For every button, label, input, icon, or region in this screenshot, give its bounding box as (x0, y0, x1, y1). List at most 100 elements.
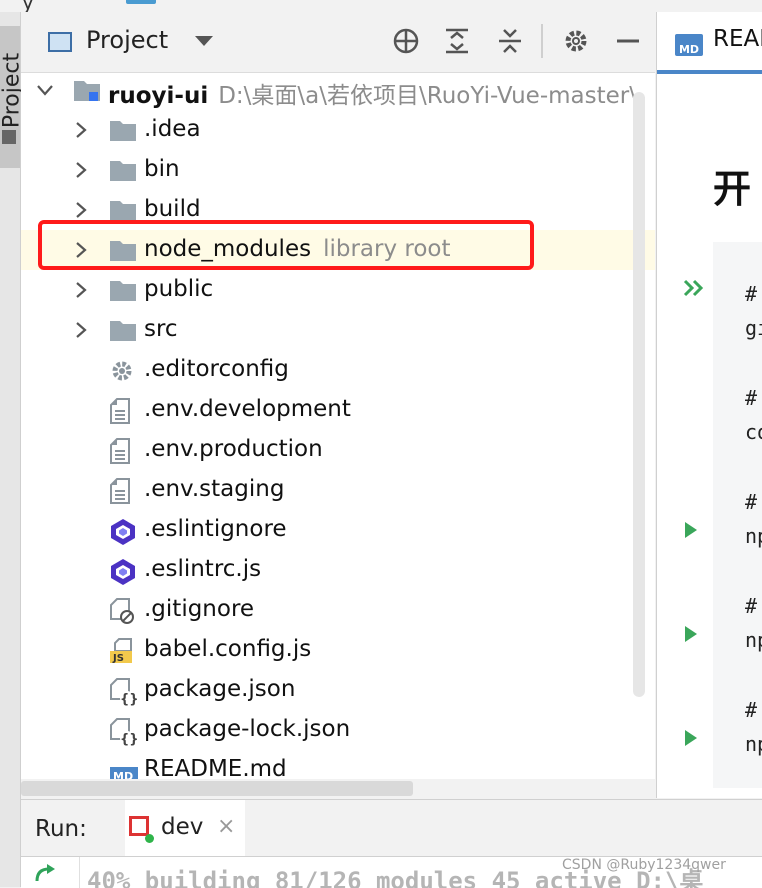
watermark: CSDN @Ruby1234qwer (562, 857, 726, 873)
md-file-icon (126, 0, 156, 4)
horizontal-scrollbar[interactable] (21, 781, 413, 796)
tree-item-label: src (144, 316, 178, 342)
tree-item[interactable]: bin (21, 150, 655, 190)
editor-tab-label: READ (713, 26, 762, 52)
js-file-icon: JS (109, 638, 137, 664)
tree-item-label: build (144, 196, 201, 222)
project-panel-title[interactable]: Project (86, 26, 168, 54)
tree-item[interactable]: .eslintrc.js (21, 550, 655, 590)
svg-text:{}: {} (120, 732, 137, 746)
minimize-icon[interactable] (613, 26, 643, 56)
svg-text:{}: {} (120, 692, 137, 706)
tree-item[interactable]: .gitignore (21, 590, 655, 630)
tree-item[interactable]: .env.production (21, 430, 655, 470)
tree-item[interactable]: {} package-lock.json (21, 710, 655, 750)
header-divider (541, 24, 543, 58)
vertical-scrollbar[interactable] (633, 92, 645, 697)
tree-item-label: .eslintignore (144, 516, 287, 542)
tree-item[interactable]: .editorconfig (21, 350, 655, 390)
run-line-icon[interactable] (683, 520, 699, 545)
json-file-icon: {} (109, 678, 139, 707)
module-folder-icon (73, 78, 101, 104)
left-tool-stripe: Project (0, 12, 25, 887)
tree-item-label: bin (144, 156, 180, 182)
gear-icon[interactable] (561, 26, 591, 56)
tree-item-label: .gitignore (144, 596, 255, 622)
text-file-icon (109, 438, 137, 464)
tree-item-label: .env.production (144, 436, 323, 462)
project-panel: Project ruoyi-ui D:\桌面\a\若依项目\RuoYi-Vue-m… (21, 12, 655, 798)
tree-item-label: babel.config.js (144, 636, 312, 662)
tree-item-label: .editorconfig (144, 356, 289, 382)
tree-item-label: .env.development (144, 396, 351, 422)
editor-tab-readme[interactable]: MD READ (657, 12, 762, 74)
chevron-right-icon[interactable] (71, 278, 91, 302)
tree-item[interactable]: .idea (21, 110, 655, 150)
code-line: gi (745, 316, 762, 340)
tree-item[interactable]: src (21, 310, 655, 350)
tree-item-label: public (144, 276, 214, 302)
chevron-right-icon[interactable] (71, 118, 91, 142)
project-panel-header: Project (21, 12, 655, 73)
locate-file-icon[interactable] (391, 26, 421, 56)
run-tab-label: dev (161, 814, 204, 840)
eslint-icon (109, 558, 137, 585)
gitignore-icon (109, 598, 137, 624)
tree-item-label: .idea (144, 116, 201, 142)
run-line-icon[interactable] (683, 728, 699, 753)
rerun-icon[interactable] (33, 863, 57, 888)
code-line: # (745, 698, 758, 722)
folder-icon (109, 158, 137, 184)
folder-icon (109, 278, 137, 304)
code-line: np (745, 524, 762, 548)
chevron-right-icon[interactable] (71, 198, 91, 222)
view-dropdown-icon[interactable] (195, 36, 213, 46)
folder-icon (109, 118, 137, 144)
json-file-icon: {} (109, 718, 139, 747)
code-line: # (745, 386, 758, 410)
breadcrumb-fragment: y (22, 0, 34, 12)
run-all-icon[interactable] (683, 278, 705, 303)
top-breadcrumb-strip: y (0, 0, 762, 12)
run-tab-dev[interactable]: dev × (125, 800, 245, 859)
tree-item[interactable]: .eslintignore (21, 510, 655, 550)
tree-item-label: .eslintrc.js (144, 556, 262, 582)
editor-panel: MD READ 开 # gi # co # np # np # np (656, 12, 762, 798)
eslint-icon (109, 518, 137, 545)
chevron-right-icon[interactable] (71, 158, 91, 182)
console-divider (79, 857, 80, 888)
chevron-down-icon[interactable] (35, 78, 55, 102)
close-icon[interactable]: × (217, 814, 235, 839)
run-line-icon[interactable] (683, 624, 699, 649)
tree-item[interactable]: public (21, 270, 655, 310)
tree-root-row[interactable]: ruoyi-ui D:\桌面\a\若依项目\RuoYi-Vue-master\ (21, 70, 655, 110)
annotation-highlight-box (38, 220, 534, 270)
tree-item-label: package-lock.json (144, 716, 351, 742)
root-project-name: ruoyi-ui (108, 83, 209, 109)
run-tool-window-bar: Run: dev × (21, 799, 762, 859)
tree-item[interactable]: .env.development (21, 390, 655, 430)
collapse-all-icon[interactable] (495, 26, 525, 56)
text-file-icon (109, 478, 137, 504)
code-line: # (745, 282, 758, 306)
running-status-dot (145, 834, 154, 843)
root-project-path: D:\桌面\a\若依项目\RuoYi-Vue-master\ (218, 83, 637, 109)
tree-item[interactable]: {} package.json (21, 670, 655, 710)
project-tool-window-tab[interactable]: Project (0, 26, 25, 168)
code-line: np (745, 628, 762, 652)
code-line: # (745, 594, 758, 618)
tree-item[interactable]: .env.staging (21, 470, 655, 510)
text-file-icon (109, 398, 137, 424)
code-line: co (745, 420, 762, 444)
tree-item-label: .env.staging (144, 476, 285, 502)
run-label: Run: (35, 816, 87, 842)
folder-icon (109, 318, 137, 344)
project-view-icon (48, 32, 72, 52)
md-file-icon: MD (675, 34, 703, 56)
code-line: np (745, 732, 762, 756)
expand-all-icon[interactable] (442, 26, 472, 56)
folder-icon (2, 130, 16, 144)
tree-item[interactable]: JS babel.config.js (21, 630, 655, 670)
svg-text:JS: JS (112, 653, 124, 664)
chevron-right-icon[interactable] (71, 318, 91, 342)
